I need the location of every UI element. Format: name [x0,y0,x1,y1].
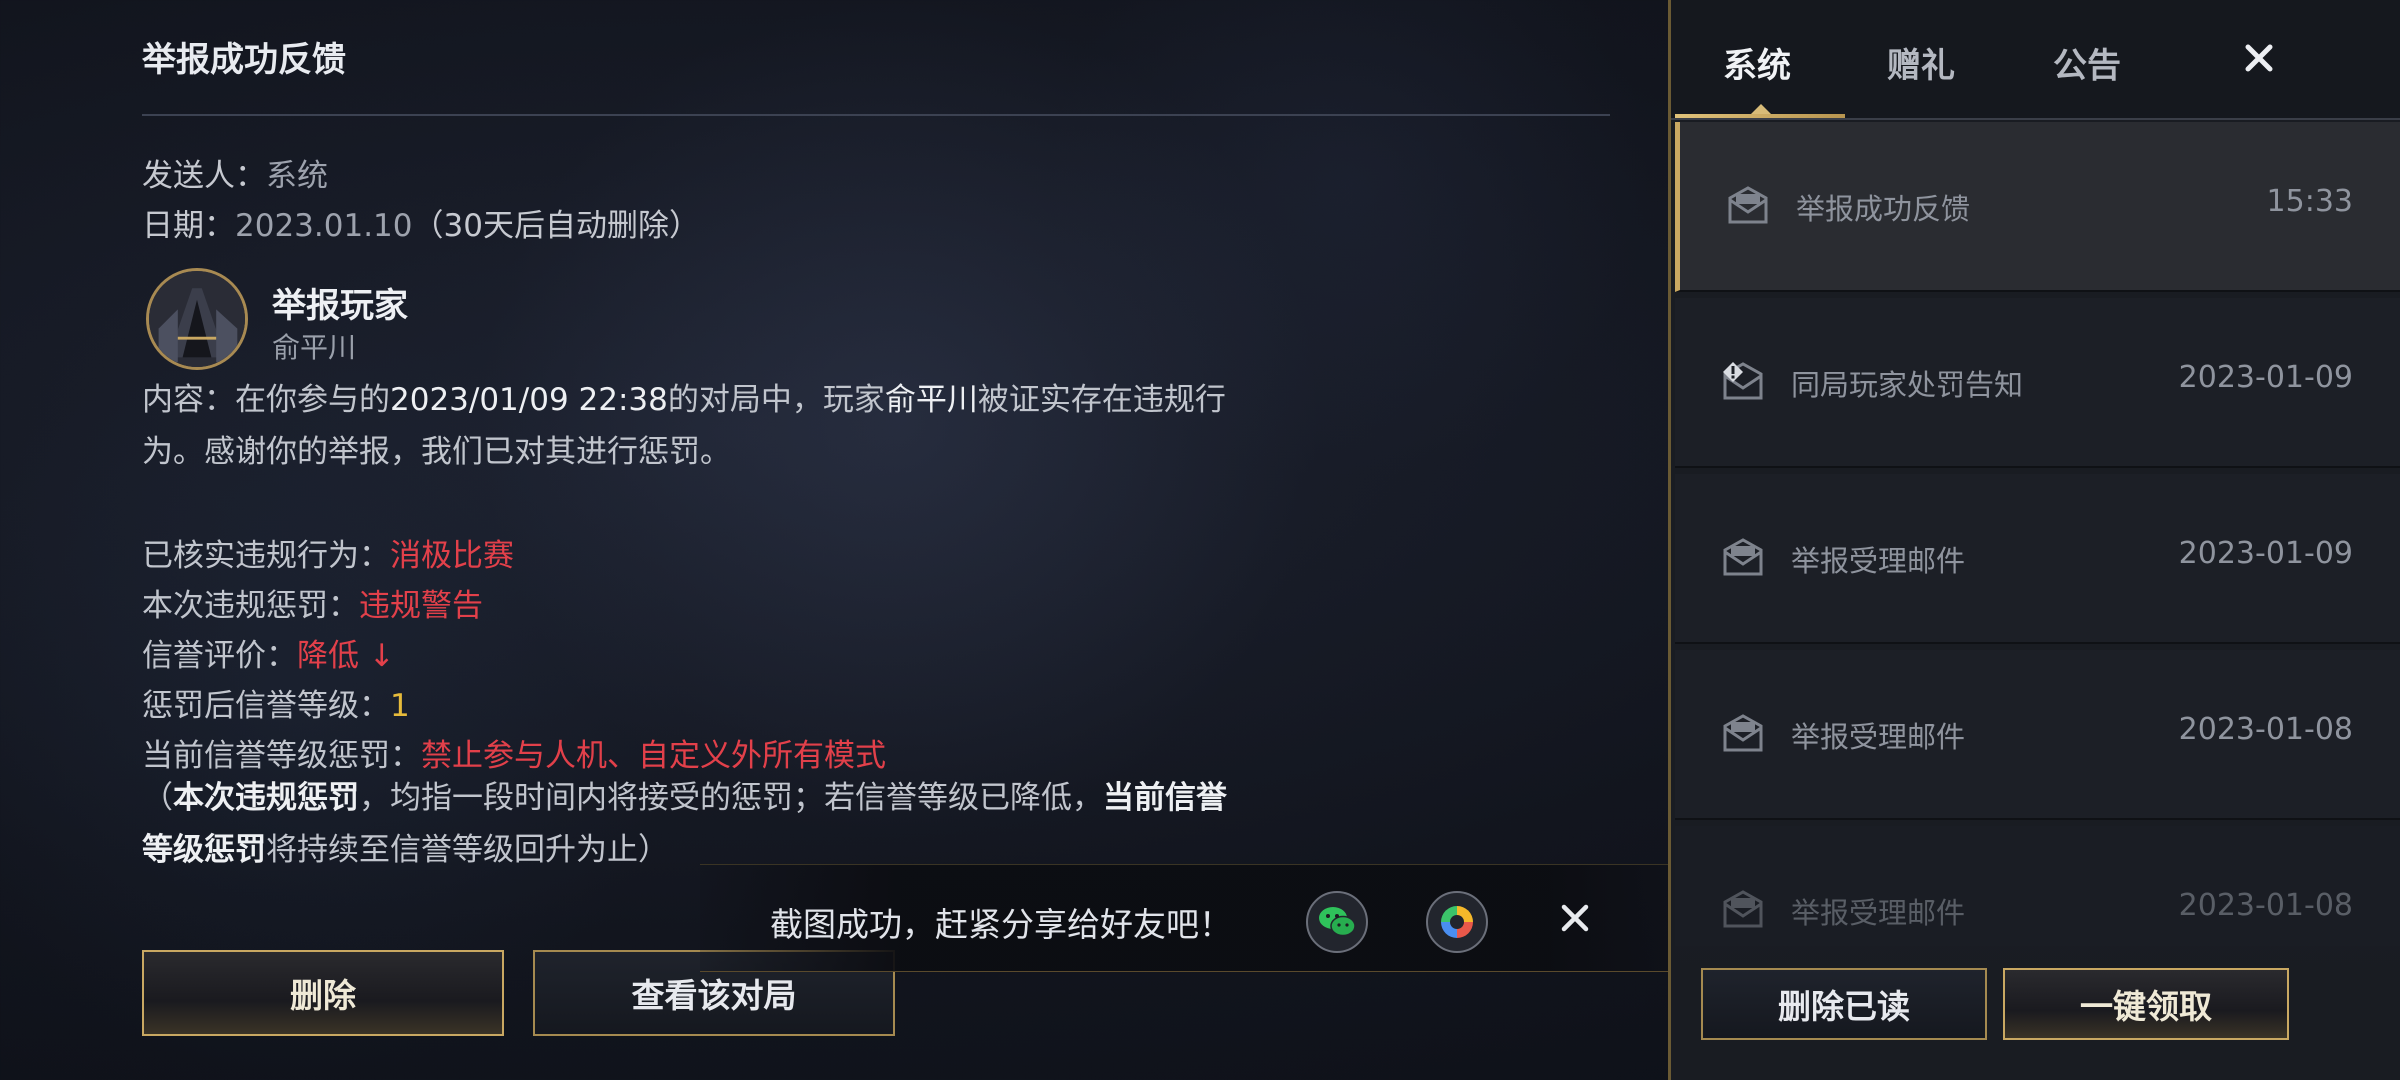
current-penalty-label: 当前信誉等级惩罚： [142,738,421,774]
credit-label: 信誉评价： [142,638,297,674]
active-tab-caret [1751,104,1771,114]
credit-value: 降低 ↓ [297,638,395,674]
level-label: 惩罚后信誉等级： [142,688,390,724]
violation-row: 已核实违规行为：消极比赛 [142,530,514,575]
mail-subject: 同局玩家处罚告知 [1791,368,2024,402]
sender-row: 发送人：系统 [142,150,328,195]
mail-subject: 举报受理邮件 [1791,720,1966,754]
credit-row: 信誉评价：降低 ↓ [142,630,395,675]
mail-item[interactable]: 同局玩家处罚告知 2023-01-09 [1675,298,2400,468]
mail-time: 2023-01-09 [2178,360,2353,395]
mail-title: 举报成功反馈 [142,40,346,80]
date-label: 日期： [142,208,235,244]
content-player: 俞平川 [884,382,978,418]
player-avatar [146,268,248,370]
wechat-icon[interactable] [1306,891,1368,953]
mail-tabs: 系统 赠礼 公告 [1671,0,2400,120]
mail-icon [1723,714,1763,752]
current-penalty-row: 当前信誉等级惩罚：禁止参与人机、自定义外所有模式 [142,730,886,775]
moments-icon[interactable] [1426,891,1488,953]
tab-system[interactable]: 系统 [1723,38,1791,87]
mail-icon [1728,186,1768,224]
mail-sidebar: 系统 赠礼 公告 举报成功反馈 15:33 同局玩家处罚告知 2023-01-0… [1668,0,2400,1080]
tab-gifts[interactable]: 赠礼 [1887,38,1955,87]
level-value: 1 [390,688,410,724]
content-time: 2023/01/09 22:38 [390,382,668,418]
mail-time: 15:33 [2266,184,2353,219]
mail-item[interactable]: 举报受理邮件 2023-01-09 [1675,474,2400,644]
mail-content: 内容：在你参与的2023/01/09 22:38的对局中，玩家俞平川被证实存在违… [142,374,1252,478]
violation-label: 已核实违规行为： [142,538,390,574]
note-bold-1: 本次违规惩罚 [173,780,359,816]
mail-icon [1723,890,1763,928]
mail-time: 2023-01-08 [2178,712,2353,747]
tab-announcements[interactable]: 公告 [2053,38,2121,87]
reported-player-name: 俞平川 [272,331,357,364]
sender-value: 系统 [266,158,328,194]
mail-icon [1723,538,1763,576]
active-tab-underline [1675,114,1845,118]
mail-subject: 举报受理邮件 [1791,896,1966,930]
violation-value: 消极比赛 [390,538,514,574]
mail-item[interactable]: 举报成功反馈 15:33 [1675,122,2400,292]
toast-close-icon[interactable] [1552,895,1598,941]
date-note: （30天后自动删除） [412,208,700,244]
mail-alert-icon [1723,362,1763,400]
close-icon[interactable] [2237,36,2281,80]
screenshot-toast: 截图成功，赶紧分享给好友吧！ [700,864,1700,972]
note-end: 将持续至信誉等级回升为止） [266,832,669,868]
sender-label: 发送人： [142,158,266,194]
mail-subject: 举报受理邮件 [1791,544,1966,578]
level-row: 惩罚后信誉等级：1 [142,680,410,725]
content-prefix: 内容：在你参与的 [142,382,390,418]
delete-button[interactable]: 删除 [142,950,504,1036]
mail-item[interactable]: 举报受理邮件 2023-01-08 [1675,650,2400,820]
current-penalty-value: 禁止参与人机、自定义外所有模式 [421,738,886,774]
note-mid: ，均指一段时间内将接受的惩罚；若信誉等级已降低， [359,780,1103,816]
title-divider [142,114,1610,116]
mail-time: 2023-01-08 [2178,888,2353,923]
toast-text: 截图成功，赶紧分享给好友吧！ [770,905,1232,944]
penalty-label: 本次违规惩罚： [142,588,359,624]
note-open: （ [142,780,173,816]
penalty-note: （本次违规惩罚，均指一段时间内将接受的惩罚；若信誉等级已降低，当前信誉等级惩罚将… [142,772,1252,876]
date-value: 2023.01.10 [235,208,413,244]
delete-read-button[interactable]: 删除已读 [1701,968,1987,1040]
mail-subject: 举报成功反馈 [1796,192,1971,226]
content-mid: 的对局中，玩家 [667,382,885,418]
mail-time: 2023-01-09 [2178,536,2353,571]
penalty-row: 本次违规惩罚：违规警告 [142,580,483,625]
date-row: 日期：2023.01.10（30天后自动删除） [142,200,700,245]
report-player-title: 举报玩家 [272,286,408,326]
penalty-value: 违规警告 [359,588,483,624]
claim-all-button[interactable]: 一键领取 [2003,968,2289,1040]
